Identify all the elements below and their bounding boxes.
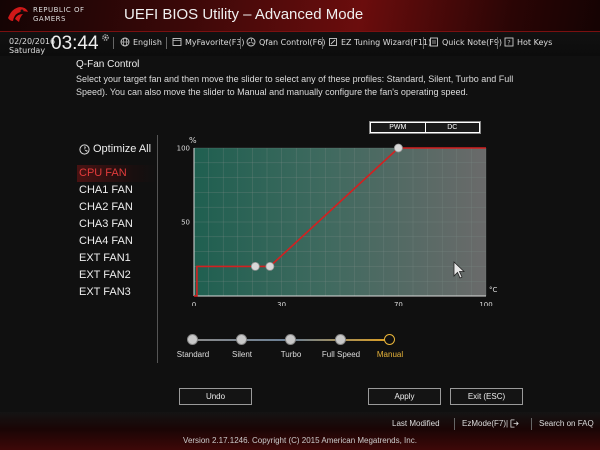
header-separator <box>322 37 323 49</box>
fan-list: CPU FAN CHA1 FAN CHA2 FAN CHA3 FAN CHA4 … <box>77 165 157 301</box>
y-tick-label: 50 <box>181 219 190 227</box>
profile-label-turbo: Turbo <box>280 350 302 359</box>
date-readout: 02/20/2016 <box>9 37 56 46</box>
x-tick-label: 30 <box>277 301 286 306</box>
bios-window: REPUBLIC OF GAMERS UEFI BIOS Utility – A… <box>0 0 600 450</box>
panel-divider <box>157 135 158 363</box>
note-icon <box>430 37 438 47</box>
profile-label-silent: Silent <box>231 350 253 359</box>
header-separator <box>166 37 167 49</box>
curve-control-point[interactable] <box>393 143 403 153</box>
header-separator <box>497 37 498 49</box>
rog-logo-icon <box>8 7 28 22</box>
language-button[interactable]: English <box>120 36 162 48</box>
quick-note-label: Quick Note(F9) <box>442 37 503 47</box>
brand-line-2: GAMERS <box>33 15 66 23</box>
header-separator <box>423 37 424 49</box>
curve-control-point[interactable] <box>250 261 260 271</box>
fan-item-ext-fan3[interactable]: EXT FAN3 <box>77 284 157 301</box>
fan-icon <box>246 37 256 47</box>
exit-arrow-icon <box>510 419 519 428</box>
section-title: Q-Fan Control <box>76 59 140 70</box>
fan-curve-chart[interactable]: 0 30 70 100 50 100 % °C <box>175 131 505 306</box>
weekday-readout: Saturday <box>9 46 46 55</box>
header-accent-line <box>0 31 600 32</box>
optimize-all-label: Optimize All <box>93 143 152 155</box>
curve-control-point[interactable] <box>265 261 275 271</box>
myfavorite-button[interactable]: MyFavorite(F3) <box>172 36 245 48</box>
profile-node-standard[interactable] <box>187 334 198 345</box>
fan-item-cpu-fan[interactable]: CPU FAN <box>77 165 157 182</box>
fan-icon <box>79 143 90 155</box>
y-tick-label: 100 <box>177 145 190 153</box>
footer-bar: Last Modified EzMode(F7)| Search on FAQ … <box>0 412 600 450</box>
qfan-control-button[interactable]: Qfan Control(F6) <box>246 36 325 48</box>
x-tick-label: 70 <box>394 301 403 306</box>
fan-item-cha4-fan[interactable]: CHA4 FAN <box>77 233 157 250</box>
language-label: English <box>133 37 162 47</box>
fan-item-cha1-fan[interactable]: CHA1 FAN <box>77 182 157 199</box>
quick-note-button[interactable]: Quick Note(F9) <box>429 36 502 48</box>
help-icon: ? <box>504 37 514 47</box>
footer-separator <box>454 418 455 430</box>
search-faq-button[interactable]: Search on FAQ <box>539 419 594 428</box>
profile-label-full-speed: Full Speed <box>321 350 361 359</box>
section-description: Select your target fan and then move the… <box>76 74 514 97</box>
x-tick-label: 0 <box>192 301 196 306</box>
profile-node-manual[interactable] <box>384 334 395 345</box>
profile-label-standard: Standard <box>176 350 210 359</box>
last-modified-button[interactable]: Last Modified <box>392 419 440 428</box>
hot-keys-button[interactable]: ? Hot Keys <box>504 36 552 48</box>
fan-item-cha2-fan[interactable]: CHA2 FAN <box>77 199 157 216</box>
profile-node-full-speed[interactable] <box>335 334 346 345</box>
profile-node-silent[interactable] <box>236 334 247 345</box>
gear-icon[interactable] <box>101 33 110 42</box>
exit-button[interactable]: Exit (ESC) <box>450 388 523 405</box>
globe-icon <box>120 37 130 47</box>
y-axis-unit-label: % <box>189 136 197 145</box>
apply-button[interactable]: Apply <box>368 388 441 405</box>
optimize-all-button[interactable]: Optimize All <box>79 142 151 156</box>
favorite-icon <box>172 38 182 46</box>
fan-item-ext-fan2[interactable]: EXT FAN2 <box>77 267 157 284</box>
footer-separator <box>531 418 532 430</box>
version-text: Version 2.17.1246. Copyright (C) 2015 Am… <box>183 436 417 445</box>
fan-item-cha3-fan[interactable]: CHA3 FAN <box>77 216 157 233</box>
ez-tuning-wizard-label: EZ Tuning Wizard(F11) <box>341 37 432 47</box>
grid-lines <box>193 147 487 297</box>
qfan-control-label: Qfan Control(F6) <box>259 37 326 47</box>
header-separator <box>240 37 241 49</box>
header-separator <box>113 37 114 49</box>
undo-button[interactable]: Undo <box>179 388 252 405</box>
profile-label-manual: Manual <box>376 350 404 359</box>
x-tick-label: 100 <box>479 301 492 306</box>
clock-readout[interactable]: 03:44 <box>51 33 99 55</box>
myfavorite-label: MyFavorite(F3) <box>185 37 245 47</box>
wizard-icon <box>329 38 337 46</box>
header-bar: REPUBLIC OF GAMERS UEFI BIOS Utility – A… <box>0 0 600 56</box>
svg-text:?: ? <box>507 39 510 47</box>
ez-tuning-wizard-button[interactable]: EZ Tuning Wizard(F11) <box>328 36 431 48</box>
profile-node-turbo[interactable] <box>285 334 296 345</box>
hot-keys-label: Hot Keys <box>517 37 553 47</box>
fan-item-ext-fan1[interactable]: EXT FAN1 <box>77 250 157 267</box>
profile-slider[interactable]: Standard Silent Turbo Full Speed Manual <box>170 330 430 366</box>
app-title: UEFI BIOS Utility – Advanced Mode <box>124 6 364 23</box>
x-axis-unit-label: °C <box>489 286 498 294</box>
ezmode-button[interactable]: EzMode(F7)| <box>462 419 519 428</box>
brand-line-1: REPUBLIC OF <box>33 6 85 14</box>
ezmode-label: EzMode(F7)| <box>462 419 509 428</box>
